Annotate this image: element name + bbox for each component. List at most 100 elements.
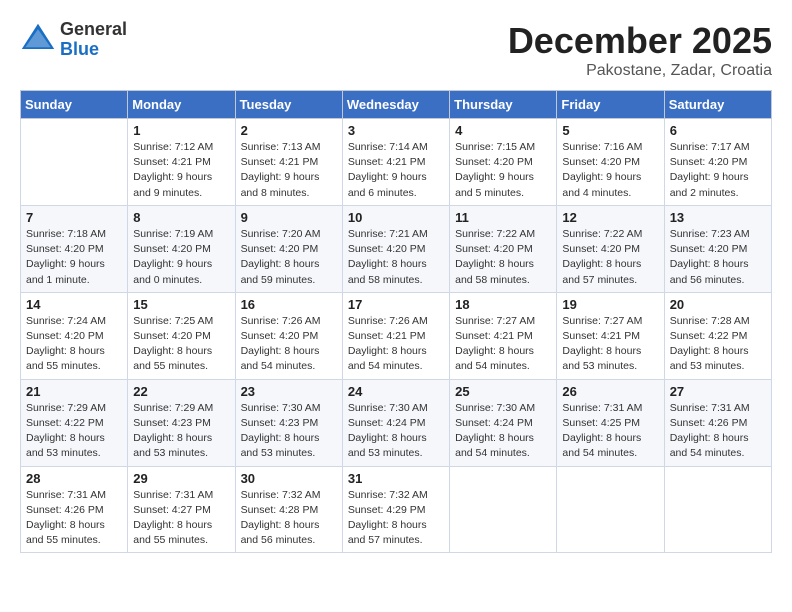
calendar-week-4: 21Sunrise: 7:29 AMSunset: 4:22 PMDayligh… bbox=[21, 379, 772, 466]
calendar-cell bbox=[557, 466, 664, 553]
calendar-cell: 29 Sunrise: 7:31 AMSunset: 4:27 PMDayligh… bbox=[128, 466, 235, 553]
calendar-cell: 24Sunrise: 7:30 AMSunset: 4:24 PMDayligh… bbox=[342, 379, 449, 466]
day-number: 7 bbox=[26, 210, 122, 225]
calendar-cell: 1 Sunrise: 7:12 AMSunset: 4:21 PMDaylight… bbox=[128, 119, 235, 206]
day-number: 22 bbox=[133, 384, 229, 399]
page-header: General Blue December 2025 Pakostane, Za… bbox=[20, 20, 772, 80]
day-info: Sunrise: 7:21 AMSunset: 4:20 PMDaylight:… bbox=[348, 227, 444, 288]
day-info: Sunrise: 7:27 AMSunset: 4:21 PMDaylight:… bbox=[562, 314, 658, 375]
header-day-monday: Monday bbox=[128, 91, 235, 119]
day-info: Sunrise: 7:15 AMSunset: 4:20 PMDaylight:… bbox=[455, 140, 551, 201]
day-number: 4 bbox=[455, 123, 551, 138]
day-info: Sunrise: 7:31 AMSunset: 4:26 PMDaylight:… bbox=[670, 401, 766, 462]
calendar-cell: 12 Sunrise: 7:22 AMSunset: 4:20 PMDayligh… bbox=[557, 205, 664, 292]
calendar-cell bbox=[450, 466, 557, 553]
calendar-header-row: SundayMondayTuesdayWednesdayThursdayFrid… bbox=[21, 91, 772, 119]
calendar-cell: 8 Sunrise: 7:19 AMSunset: 4:20 PMDaylight… bbox=[128, 205, 235, 292]
calendar-cell: 17 Sunrise: 7:26 AMSunset: 4:21 PMDayligh… bbox=[342, 292, 449, 379]
header-day-wednesday: Wednesday bbox=[342, 91, 449, 119]
day-info: Sunrise: 7:16 AMSunset: 4:20 PMDaylight:… bbox=[562, 140, 658, 201]
calendar-cell bbox=[664, 466, 771, 553]
calendar-cell: 26 Sunrise: 7:31 AMSunset: 4:25 PMDayligh… bbox=[557, 379, 664, 466]
day-number: 20 bbox=[670, 297, 766, 312]
day-info: Sunrise: 7:31 AMSunset: 4:27 PMDaylight:… bbox=[133, 488, 229, 549]
calendar-cell: 28 Sunrise: 7:31 AMSunset: 4:26 PMDayligh… bbox=[21, 466, 128, 553]
day-info: Sunrise: 7:14 AMSunset: 4:21 PMDaylight:… bbox=[348, 140, 444, 201]
day-number: 1 bbox=[133, 123, 229, 138]
day-info: Sunrise: 7:12 AMSunset: 4:21 PMDaylight:… bbox=[133, 140, 229, 201]
calendar-cell: 25 Sunrise: 7:30 AMSunset: 4:24 PMDayligh… bbox=[450, 379, 557, 466]
calendar-cell: 11Sunrise: 7:22 AMSunset: 4:20 PMDayligh… bbox=[450, 205, 557, 292]
day-info: Sunrise: 7:13 AMSunset: 4:21 PMDaylight:… bbox=[241, 140, 337, 201]
calendar-cell: 16 Sunrise: 7:26 AMSunset: 4:20 PMDayligh… bbox=[235, 292, 342, 379]
calendar-cell: 7 Sunrise: 7:18 AMSunset: 4:20 PMDaylight… bbox=[21, 205, 128, 292]
location: Pakostane, Zadar, Croatia bbox=[508, 62, 772, 80]
calendar-cell: 31Sunrise: 7:32 AMSunset: 4:29 PMDayligh… bbox=[342, 466, 449, 553]
day-number: 31 bbox=[348, 471, 444, 486]
day-number: 25 bbox=[455, 384, 551, 399]
day-number: 10 bbox=[348, 210, 444, 225]
day-info: Sunrise: 7:25 AMSunset: 4:20 PMDaylight:… bbox=[133, 314, 229, 375]
calendar-cell: 14Sunrise: 7:24 AMSunset: 4:20 PMDayligh… bbox=[21, 292, 128, 379]
header-day-thursday: Thursday bbox=[450, 91, 557, 119]
day-number: 9 bbox=[241, 210, 337, 225]
day-info: Sunrise: 7:30 AMSunset: 4:24 PMDaylight:… bbox=[455, 401, 551, 462]
month-year: December 2025 bbox=[508, 20, 772, 62]
day-info: Sunrise: 7:26 AMSunset: 4:21 PMDaylight:… bbox=[348, 314, 444, 375]
calendar-cell: 2Sunrise: 7:13 AMSunset: 4:21 PMDaylight… bbox=[235, 119, 342, 206]
header-day-tuesday: Tuesday bbox=[235, 91, 342, 119]
day-info: Sunrise: 7:29 AMSunset: 4:23 PMDaylight:… bbox=[133, 401, 229, 462]
calendar-cell: 4 Sunrise: 7:15 AMSunset: 4:20 PMDaylight… bbox=[450, 119, 557, 206]
logo-text: General Blue bbox=[60, 20, 127, 60]
day-info: Sunrise: 7:30 AMSunset: 4:23 PMDaylight:… bbox=[241, 401, 337, 462]
calendar-cell: 21Sunrise: 7:29 AMSunset: 4:22 PMDayligh… bbox=[21, 379, 128, 466]
day-number: 26 bbox=[562, 384, 658, 399]
calendar-cell: 19 Sunrise: 7:27 AMSunset: 4:21 PMDayligh… bbox=[557, 292, 664, 379]
calendar-week-2: 7 Sunrise: 7:18 AMSunset: 4:20 PMDaylight… bbox=[21, 205, 772, 292]
calendar-cell: 20Sunrise: 7:28 AMSunset: 4:22 PMDayligh… bbox=[664, 292, 771, 379]
calendar-cell: 6 Sunrise: 7:17 AMSunset: 4:20 PMDaylight… bbox=[664, 119, 771, 206]
calendar-header: SundayMondayTuesdayWednesdayThursdayFrid… bbox=[21, 91, 772, 119]
day-number: 14 bbox=[26, 297, 122, 312]
day-number: 23 bbox=[241, 384, 337, 399]
day-number: 18 bbox=[455, 297, 551, 312]
day-number: 8 bbox=[133, 210, 229, 225]
day-info: Sunrise: 7:18 AMSunset: 4:20 PMDaylight:… bbox=[26, 227, 122, 288]
day-number: 29 bbox=[133, 471, 229, 486]
day-info: Sunrise: 7:19 AMSunset: 4:20 PMDaylight:… bbox=[133, 227, 229, 288]
calendar-week-1: 1 Sunrise: 7:12 AMSunset: 4:21 PMDaylight… bbox=[21, 119, 772, 206]
calendar-table: SundayMondayTuesdayWednesdayThursdayFrid… bbox=[20, 90, 772, 553]
day-info: Sunrise: 7:22 AMSunset: 4:20 PMDaylight:… bbox=[455, 227, 551, 288]
calendar-cell bbox=[21, 119, 128, 206]
calendar-cell: 13Sunrise: 7:23 AMSunset: 4:20 PMDayligh… bbox=[664, 205, 771, 292]
day-number: 30 bbox=[241, 471, 337, 486]
day-info: Sunrise: 7:22 AMSunset: 4:20 PMDaylight:… bbox=[562, 227, 658, 288]
day-number: 17 bbox=[348, 297, 444, 312]
day-number: 6 bbox=[670, 123, 766, 138]
day-info: Sunrise: 7:32 AMSunset: 4:28 PMDaylight:… bbox=[241, 488, 337, 549]
calendar-cell: 5Sunrise: 7:16 AMSunset: 4:20 PMDaylight… bbox=[557, 119, 664, 206]
calendar-cell: 18Sunrise: 7:27 AMSunset: 4:21 PMDayligh… bbox=[450, 292, 557, 379]
day-info: Sunrise: 7:20 AMSunset: 4:20 PMDaylight:… bbox=[241, 227, 337, 288]
calendar-cell: 27Sunrise: 7:31 AMSunset: 4:26 PMDayligh… bbox=[664, 379, 771, 466]
day-number: 12 bbox=[562, 210, 658, 225]
day-info: Sunrise: 7:31 AMSunset: 4:26 PMDaylight:… bbox=[26, 488, 122, 549]
day-info: Sunrise: 7:31 AMSunset: 4:25 PMDaylight:… bbox=[562, 401, 658, 462]
calendar-body: 1 Sunrise: 7:12 AMSunset: 4:21 PMDaylight… bbox=[21, 119, 772, 553]
calendar-week-3: 14Sunrise: 7:24 AMSunset: 4:20 PMDayligh… bbox=[21, 292, 772, 379]
logo: General Blue bbox=[20, 20, 127, 60]
day-number: 21 bbox=[26, 384, 122, 399]
calendar-cell: 22 Sunrise: 7:29 AMSunset: 4:23 PMDayligh… bbox=[128, 379, 235, 466]
header-day-saturday: Saturday bbox=[664, 91, 771, 119]
day-info: Sunrise: 7:17 AMSunset: 4:20 PMDaylight:… bbox=[670, 140, 766, 201]
day-info: Sunrise: 7:26 AMSunset: 4:20 PMDaylight:… bbox=[241, 314, 337, 375]
logo-icon bbox=[20, 22, 56, 58]
day-info: Sunrise: 7:23 AMSunset: 4:20 PMDaylight:… bbox=[670, 227, 766, 288]
header-day-sunday: Sunday bbox=[21, 91, 128, 119]
calendar-cell: 3 Sunrise: 7:14 AMSunset: 4:21 PMDaylight… bbox=[342, 119, 449, 206]
day-number: 3 bbox=[348, 123, 444, 138]
title-area: December 2025 Pakostane, Zadar, Croatia bbox=[508, 20, 772, 80]
day-number: 16 bbox=[241, 297, 337, 312]
day-number: 28 bbox=[26, 471, 122, 486]
day-number: 19 bbox=[562, 297, 658, 312]
